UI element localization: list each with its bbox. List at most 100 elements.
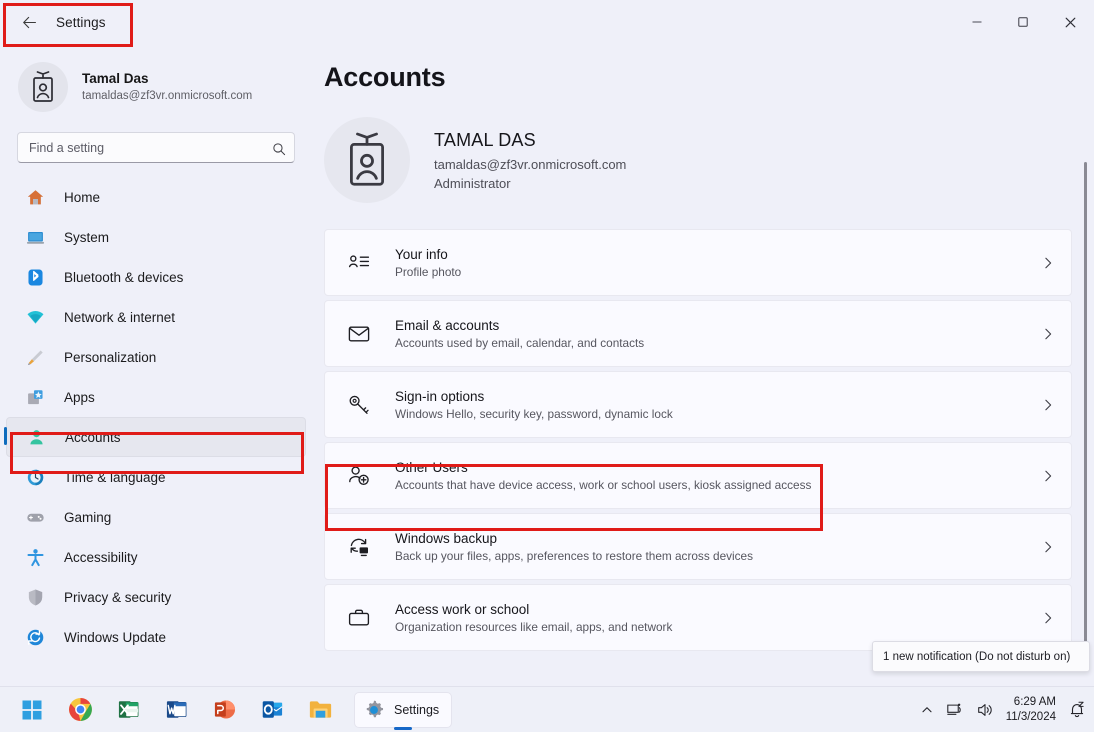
accounts-icon xyxy=(25,426,47,448)
card-your-info[interactable]: Your info Profile photo xyxy=(324,229,1072,296)
taskbar-clock[interactable]: 6:29 AM 11/3/2024 xyxy=(1006,695,1056,724)
sidebar: Tamal Das tamaldas@zf3vr.onmicrosoft.com xyxy=(0,44,312,686)
apps-icon xyxy=(24,386,46,408)
card-subtitle: Back up your files, apps, preferences to… xyxy=(395,548,754,563)
profile-email: tamaldas@zf3vr.onmicrosoft.com xyxy=(82,89,253,102)
minimize-button[interactable] xyxy=(954,0,1000,44)
windows-logo-icon xyxy=(22,700,42,719)
taskbar-settings-label: Settings xyxy=(394,702,440,717)
page-title: Accounts xyxy=(324,62,446,92)
sidebar-item-label: Windows Update xyxy=(64,629,167,645)
chevron-up-icon[interactable] xyxy=(920,703,934,717)
excel-icon xyxy=(118,701,138,718)
gamepad-icon xyxy=(24,506,46,528)
sidebar-item-label: Home xyxy=(64,189,101,205)
briefcase-icon xyxy=(345,604,373,632)
chevron-right-icon xyxy=(1041,256,1055,270)
card-other-users[interactable]: Other Users Accounts that have device ac… xyxy=(324,442,1072,509)
chevron-right-icon xyxy=(1041,611,1055,625)
sidebar-nav: Home System Bluetooth & devices Network … xyxy=(0,177,312,657)
excel-button[interactable] xyxy=(110,692,146,728)
system-icon xyxy=(24,226,46,248)
sidebar-item-network[interactable]: Network & internet xyxy=(6,297,306,337)
network-tray-icon[interactable] xyxy=(946,701,964,719)
folder-icon xyxy=(309,701,331,718)
sidebar-item-accounts[interactable]: Accounts xyxy=(4,417,306,457)
bell-dnd-icon[interactable] xyxy=(1068,701,1086,719)
clock-date: 11/3/2024 xyxy=(1005,710,1056,723)
chevron-right-icon xyxy=(1041,398,1055,412)
scrollbar[interactable] xyxy=(1080,120,1090,680)
back-arrow-icon xyxy=(22,16,36,28)
shield-icon xyxy=(24,586,46,608)
profile-name: Tamal Das xyxy=(82,70,149,86)
your-info-icon xyxy=(345,249,373,277)
clock-icon xyxy=(24,466,46,488)
outlook-button[interactable] xyxy=(254,692,290,728)
start-button[interactable] xyxy=(14,692,50,728)
account-hero: TAMAL DAS tamaldas@zf3vr.onmicrosoft.com… xyxy=(312,93,1094,203)
sidebar-item-accessibility[interactable]: Accessibility xyxy=(6,537,306,577)
sidebar-item-label: Accounts xyxy=(65,429,121,445)
word-button[interactable] xyxy=(158,692,194,728)
card-title: Access work or school xyxy=(395,601,530,617)
search-input[interactable] xyxy=(18,140,294,155)
taskbar-icons: Settings xyxy=(14,691,453,728)
sidebar-item-label: Accessibility xyxy=(64,549,138,565)
window-title: Settings xyxy=(56,14,106,30)
sidebar-item-windows-update[interactable]: Windows Update xyxy=(6,617,306,657)
settings-card-list: Your info Profile photo Email & accounts… xyxy=(324,229,1072,651)
chrome-button[interactable] xyxy=(62,692,98,728)
taskbar-settings-button[interactable]: Settings xyxy=(354,691,453,728)
sidebar-profile[interactable]: Tamal Das tamaldas@zf3vr.onmicrosoft.com xyxy=(0,44,312,116)
accessibility-icon xyxy=(24,546,46,568)
key-icon xyxy=(345,391,373,419)
backup-icon xyxy=(345,533,373,561)
scrollbar-thumb[interactable] xyxy=(1084,162,1087,662)
card-title: Other Users xyxy=(395,459,468,475)
settings-gear-icon xyxy=(366,700,384,717)
card-title: Windows backup xyxy=(395,530,498,546)
card-title: Sign-in options xyxy=(395,388,485,404)
sidebar-item-system[interactable]: System xyxy=(6,217,306,257)
main-content: Accounts TAMAL DAS tamaldas@zf3vr.onmicr… xyxy=(312,44,1094,686)
card-title: Your info xyxy=(395,246,448,262)
card-sign-in-options[interactable]: Sign-in options Windows Hello, security … xyxy=(324,371,1072,438)
maximize-button[interactable] xyxy=(1000,0,1046,44)
sidebar-item-time-language[interactable]: Time & language xyxy=(6,457,306,497)
sidebar-item-privacy-security[interactable]: Privacy & security xyxy=(6,577,306,617)
settings-window: Settings Tamal Das tamaldas@zf3vr.onmicr… xyxy=(0,0,1094,732)
sidebar-item-label: Personalization xyxy=(64,349,157,365)
home-icon xyxy=(24,186,46,208)
card-subtitle: Profile photo xyxy=(395,264,462,279)
search-box[interactable] xyxy=(17,132,295,163)
card-windows-backup[interactable]: Windows backup Back up your files, apps,… xyxy=(324,513,1072,580)
speaker-icon[interactable] xyxy=(976,701,994,719)
card-email-accounts[interactable]: Email & accounts Accounts used by email,… xyxy=(324,300,1072,367)
back-button[interactable] xyxy=(12,7,46,37)
taskbar: Settings 6:29 AM 11/3/2024 xyxy=(0,686,1094,732)
card-subtitle: Accounts used by email, calendar, and co… xyxy=(395,335,645,350)
sidebar-item-gaming[interactable]: Gaming xyxy=(6,497,306,537)
account-card-icon xyxy=(33,71,53,102)
sidebar-item-personalization[interactable]: Personalization xyxy=(6,337,306,377)
close-button[interactable] xyxy=(1046,0,1094,44)
chevron-right-icon xyxy=(1041,327,1055,341)
minimize-icon xyxy=(972,21,982,23)
sidebar-item-label: Gaming xyxy=(64,509,112,525)
sidebar-item-bluetooth[interactable]: Bluetooth & devices xyxy=(6,257,306,297)
sidebar-item-label: System xyxy=(64,229,110,245)
sidebar-item-label: Bluetooth & devices xyxy=(64,269,184,285)
brush-icon xyxy=(24,346,46,368)
title-bar: Settings xyxy=(0,0,1094,44)
system-tray: 6:29 AM 11/3/2024 xyxy=(920,687,1086,732)
network-icon xyxy=(24,306,46,328)
update-icon xyxy=(24,626,46,648)
powerpoint-icon xyxy=(214,700,235,719)
sidebar-item-home[interactable]: Home xyxy=(6,177,306,217)
sidebar-item-apps[interactable]: Apps xyxy=(6,377,306,417)
bluetooth-icon xyxy=(24,266,46,288)
sidebar-item-label: Privacy & security xyxy=(64,589,172,605)
powerpoint-button[interactable] xyxy=(206,692,242,728)
file-explorer-button[interactable] xyxy=(302,692,338,728)
